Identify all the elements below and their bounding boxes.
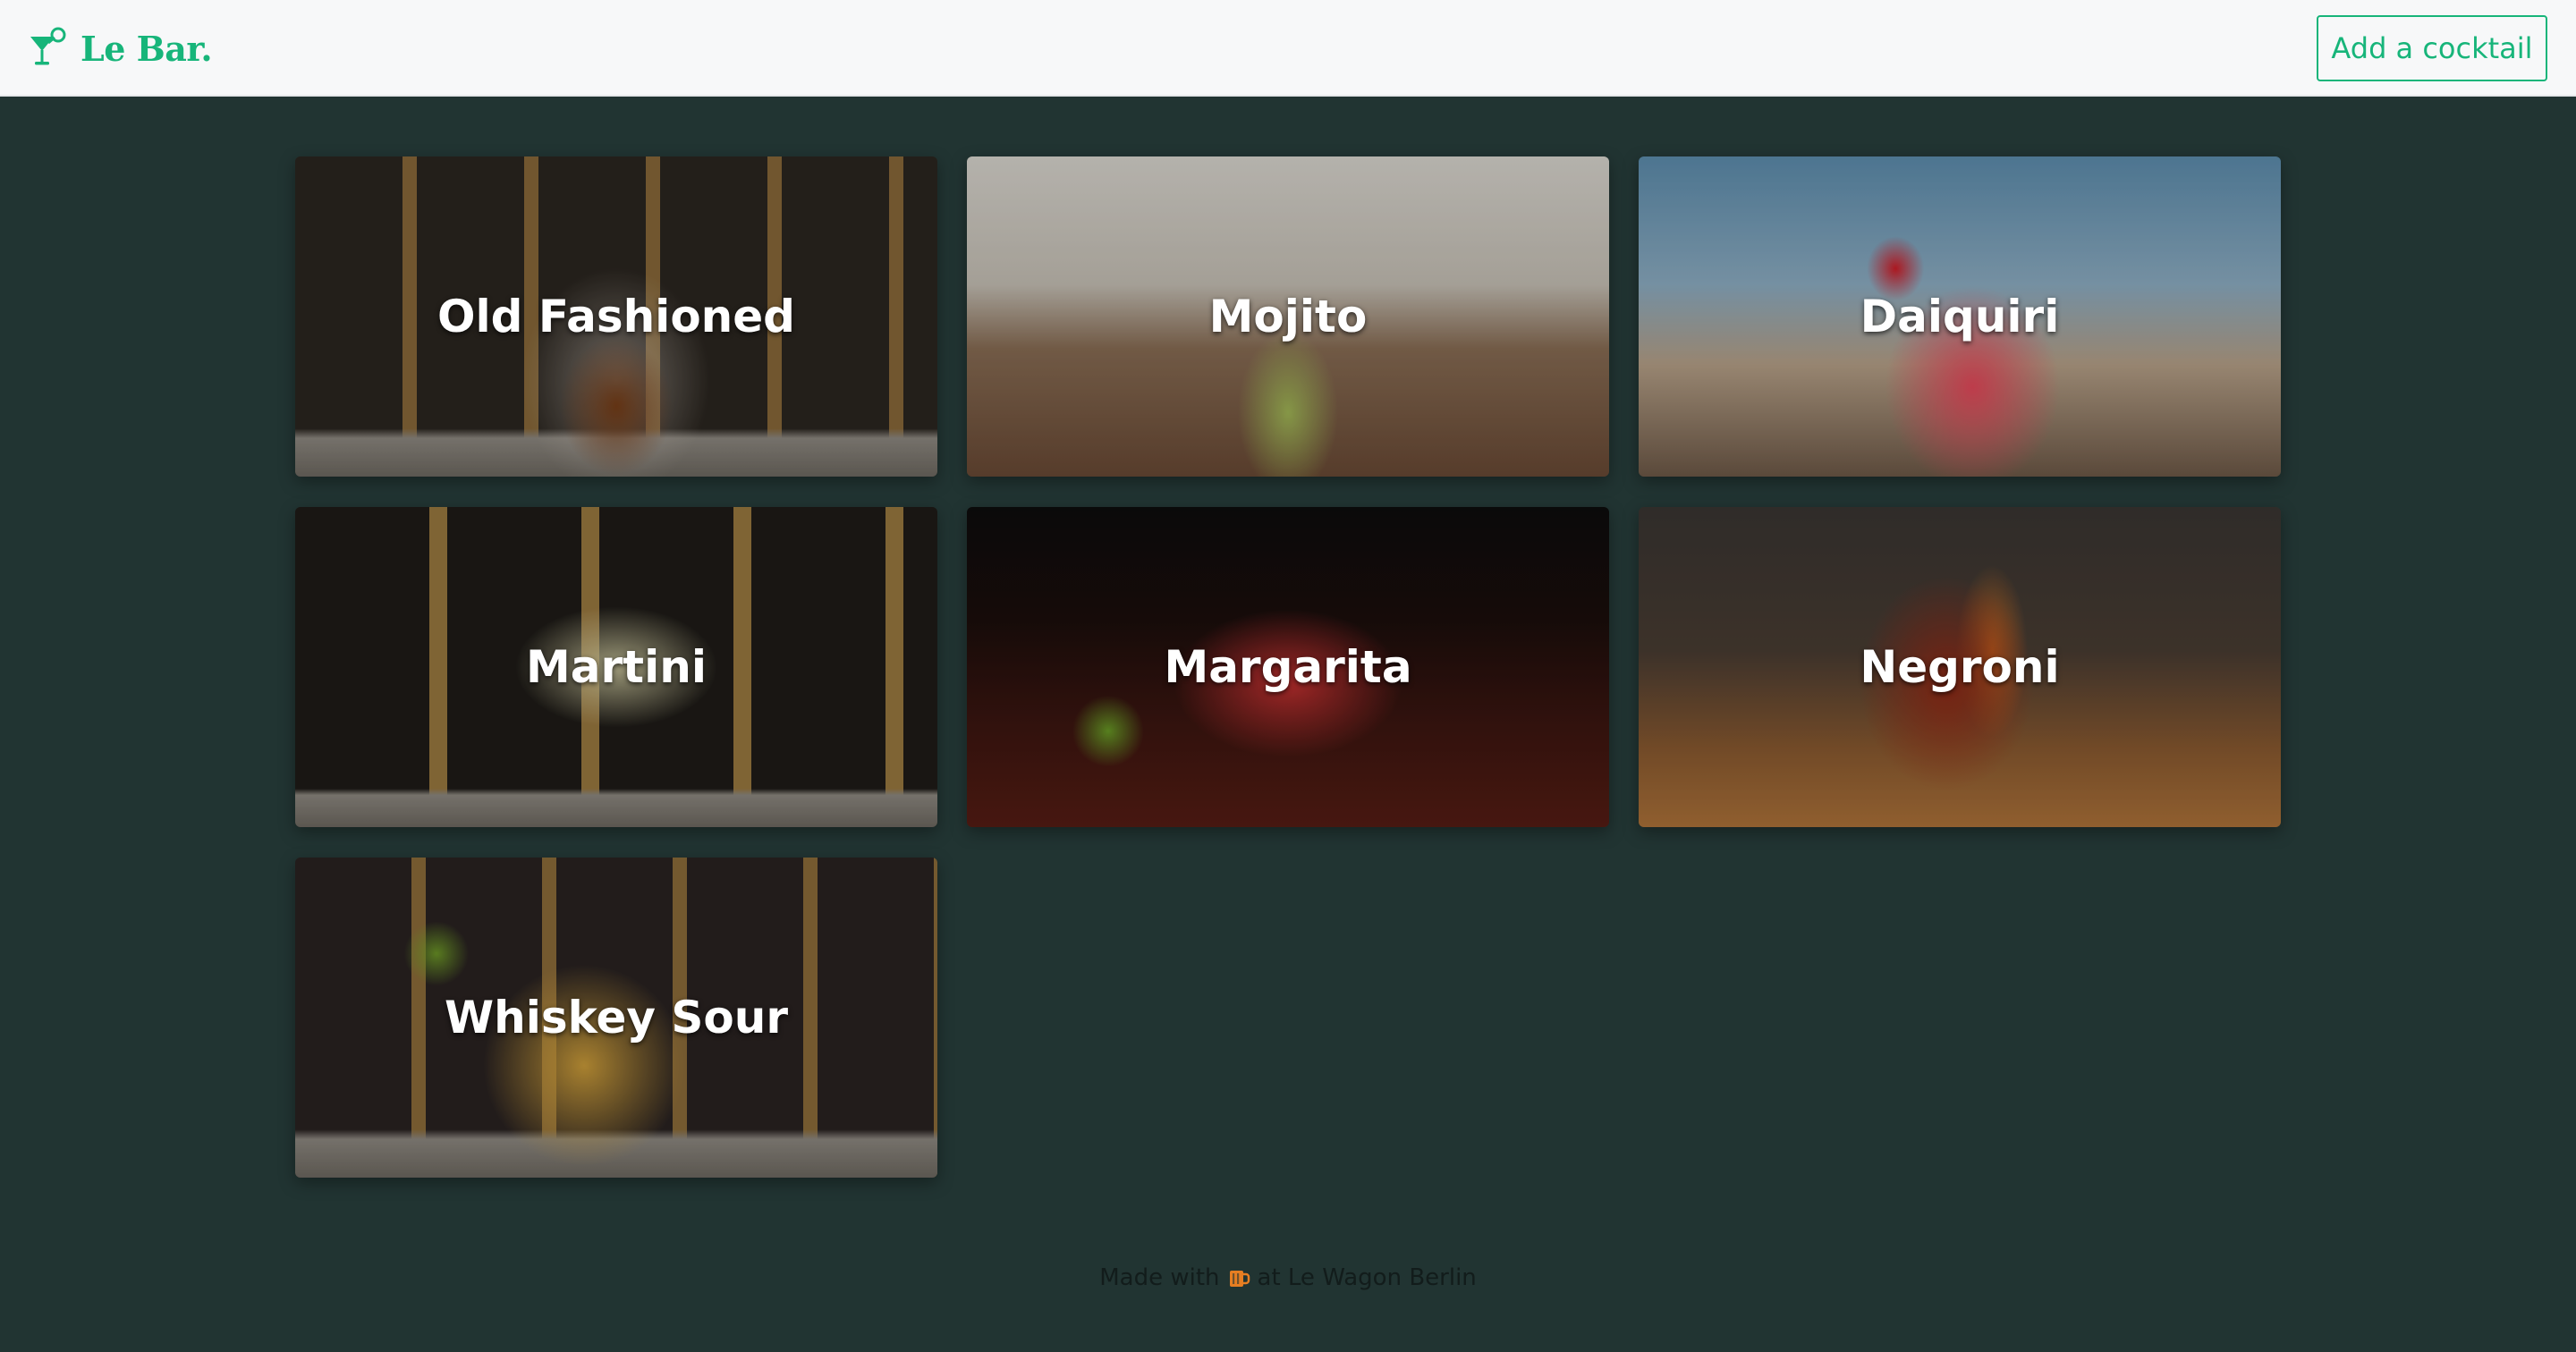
navbar: Le Bar. Add a cocktail: [0, 0, 2576, 97]
cocktail-title: Old Fashioned: [437, 291, 795, 342]
brand-logo-link[interactable]: Le Bar.: [27, 25, 213, 72]
cocktail-glass-icon: [27, 26, 72, 71]
footer-prefix: Made with: [1099, 1264, 1220, 1291]
cocktail-title: Negroni: [1860, 641, 2060, 693]
cocktail-card-daiquiri[interactable]: Daiquiri: [1639, 156, 2281, 477]
cocktail-title: Martini: [526, 641, 707, 693]
cocktail-grid: Old Fashioned Mojito Daiquiri Martini Ma…: [295, 156, 2281, 1178]
footer-suffix: at Le Wagon Berlin: [1257, 1264, 1477, 1291]
cocktail-card-margarita[interactable]: Margarita: [967, 507, 1609, 827]
cocktail-title: Whiskey Sour: [444, 992, 789, 1044]
cocktail-card-negroni[interactable]: Negroni: [1639, 507, 2281, 827]
cocktail-card-martini[interactable]: Martini: [295, 507, 937, 827]
cocktail-card-whiskey-sour[interactable]: Whiskey Sour: [295, 858, 937, 1178]
cocktail-title: Mojito: [1208, 291, 1368, 342]
cocktail-title: Daiquiri: [1860, 291, 2060, 342]
brand-name: Le Bar.: [80, 28, 213, 69]
beer-mug-icon: [1227, 1266, 1250, 1289]
cocktail-card-mojito[interactable]: Mojito: [967, 156, 1609, 477]
add-cocktail-button[interactable]: Add a cocktail: [2317, 15, 2547, 81]
cocktail-title: Margarita: [1164, 641, 1412, 693]
cocktail-card-old-fashioned[interactable]: Old Fashioned: [295, 156, 937, 477]
footer: Made with at Le Wagon Berlin: [0, 1264, 2576, 1291]
